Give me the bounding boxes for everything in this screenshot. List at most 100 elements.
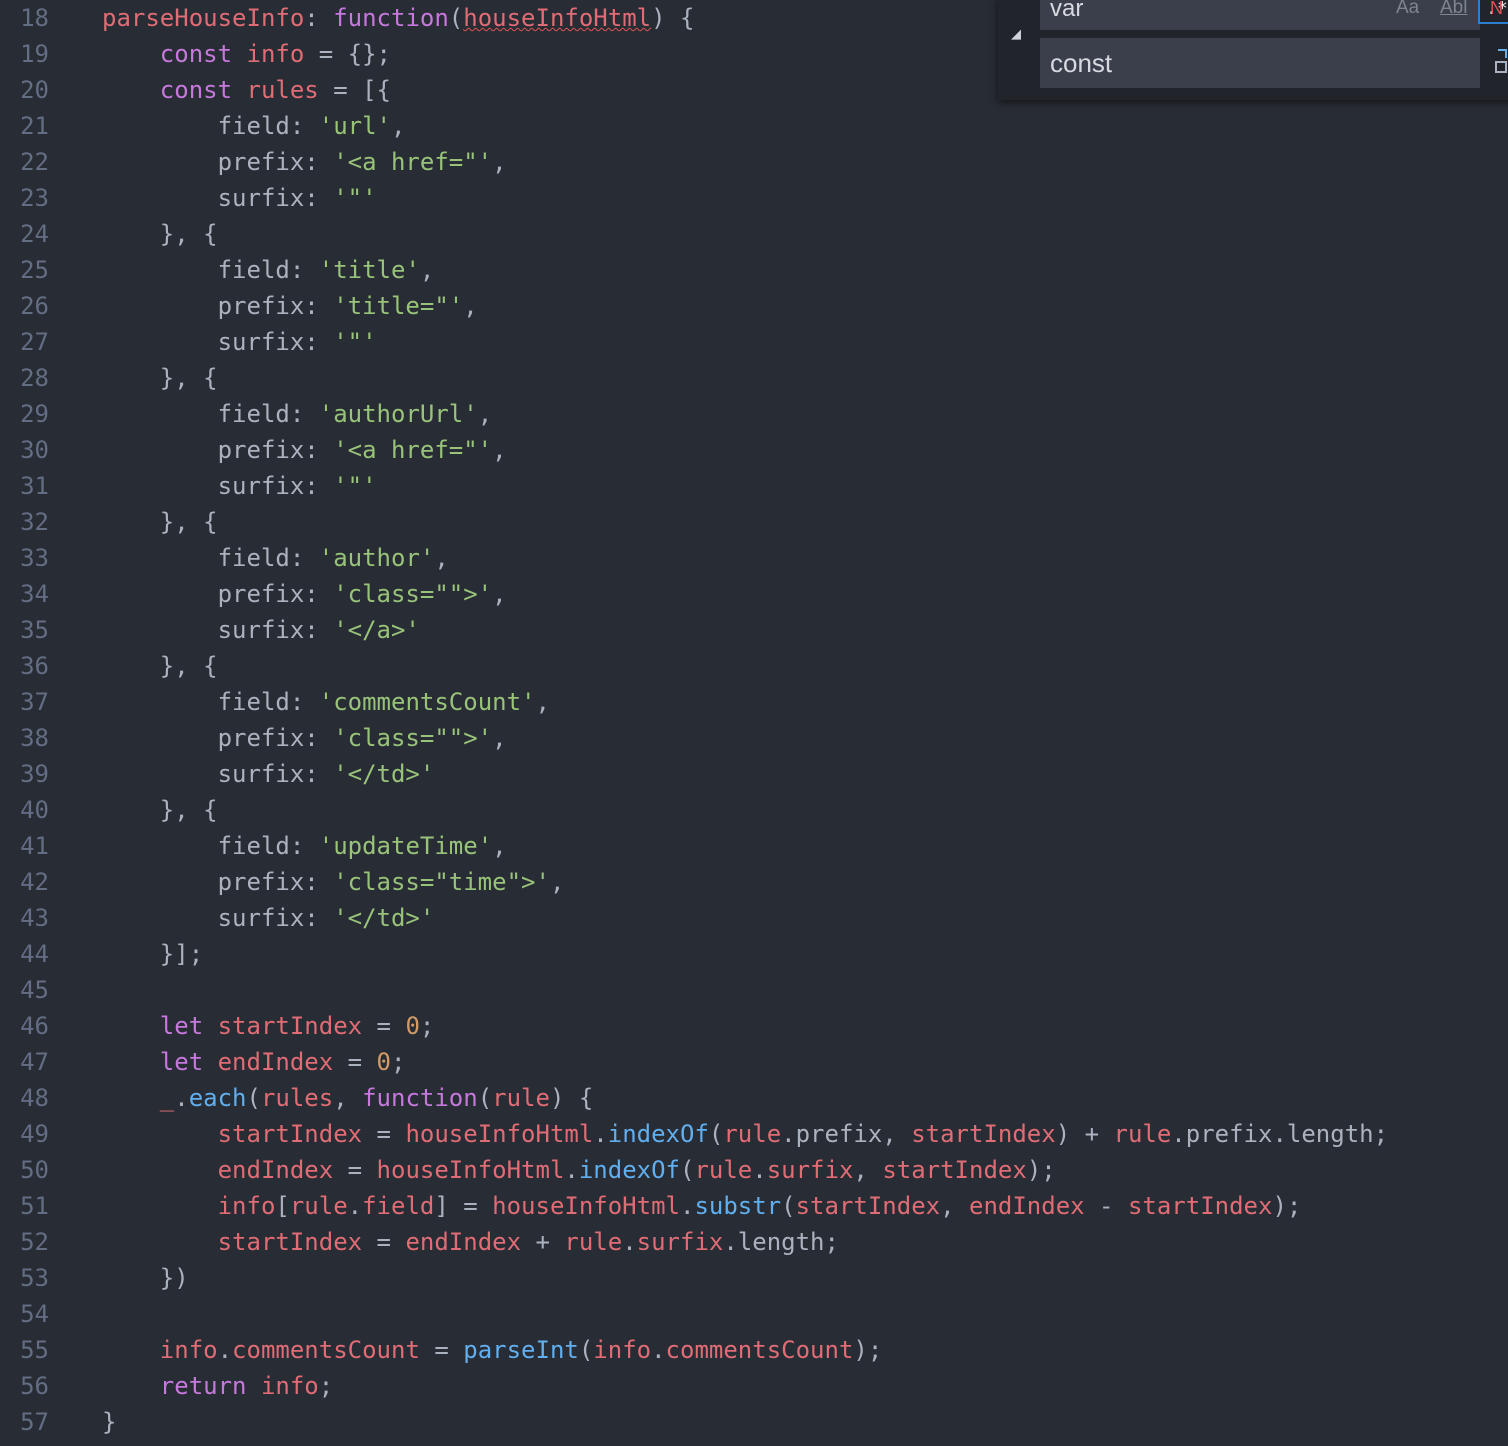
code-token: indexOf xyxy=(607,1120,709,1148)
code-token: _ xyxy=(159,1084,175,1112)
replace-icon[interactable] xyxy=(1494,48,1508,76)
line-number: 37 xyxy=(20,688,49,716)
code-token: . xyxy=(679,1192,695,1220)
code-line[interactable]: 56 return info; xyxy=(0,1368,1508,1404)
line-number: 55 xyxy=(20,1336,49,1364)
code-line[interactable]: 53 }) xyxy=(0,1260,1508,1296)
code-token: function xyxy=(333,4,449,32)
code-line[interactable]: 57} xyxy=(0,1404,1508,1440)
code-token: field: xyxy=(102,400,319,428)
code-text: prefix: '<a href="', xyxy=(102,432,507,468)
code-line[interactable]: 45 xyxy=(0,972,1508,1008)
whole-word-toggle[interactable]: Abl xyxy=(1440,0,1467,20)
code-token: = xyxy=(362,1012,406,1040)
code-line[interactable]: 32 }, { xyxy=(0,504,1508,540)
code-line[interactable]: 41 field: 'updateTime', xyxy=(0,828,1508,864)
code-token: startIndex xyxy=(911,1120,1056,1148)
find-input[interactable]: var Aa Abl .* xyxy=(1040,0,1508,30)
code-token: 'commentsCount' xyxy=(318,688,536,716)
replace-input[interactable]: const xyxy=(1040,38,1480,88)
code-line[interactable]: 31 surfix: '"' xyxy=(0,468,1508,504)
code-token: return xyxy=(159,1372,261,1400)
code-token: = xyxy=(362,1120,406,1148)
line-number: 23 xyxy=(20,184,49,212)
code-line[interactable]: 28 }, { xyxy=(0,360,1508,396)
code-line[interactable]: 37 field: 'commentsCount', xyxy=(0,684,1508,720)
code-line[interactable]: 33 field: 'author', xyxy=(0,540,1508,576)
replace-input-value: const xyxy=(1050,48,1113,78)
code-token: surfix: xyxy=(102,472,334,500)
code-text: surfix: '"' xyxy=(102,324,377,360)
code-token: info xyxy=(217,1192,276,1220)
code-text: parseHouseInfo: function(houseInfoHtml) … xyxy=(102,0,694,36)
code-token: , xyxy=(492,148,507,176)
code-token: ) + xyxy=(1055,1120,1114,1148)
code-line[interactable]: 44 }]; xyxy=(0,936,1508,972)
code-line[interactable]: 23 surfix: '"' xyxy=(0,180,1508,216)
code-line[interactable]: 30 prefix: '<a href="', xyxy=(0,432,1508,468)
code-token: startIndex xyxy=(217,1228,363,1256)
code-token: . xyxy=(593,1120,608,1148)
code-line[interactable]: 39 surfix: '</td>' xyxy=(0,756,1508,792)
code-editor[interactable]: 18 parseHouseInfo: function(houseInfoHtml… xyxy=(0,0,1508,1446)
code-token: 'class="">' xyxy=(333,580,493,608)
code-text: startIndex = endIndex + rule.surfix.leng… xyxy=(102,1224,839,1260)
code-line[interactable]: 24 }, { xyxy=(0,216,1508,252)
code-token: 'title="' xyxy=(333,292,464,320)
code-token: . xyxy=(651,1336,666,1364)
code-line[interactable]: 49 startIndex = houseInfoHtml.indexOf(ru… xyxy=(0,1116,1508,1152)
code-token: rule xyxy=(564,1228,623,1256)
line-number: 38 xyxy=(20,724,49,752)
code-line[interactable]: 47 let endIndex = 0; xyxy=(0,1044,1508,1080)
code-token: field: xyxy=(102,112,319,140)
code-line[interactable]: 26 prefix: 'title="', xyxy=(0,288,1508,324)
code-line[interactable]: 22 prefix: '<a href="', xyxy=(0,144,1508,180)
code-token: ] = xyxy=(434,1192,493,1220)
code-line[interactable]: 50 endIndex = houseInfoHtml.indexOf(rule… xyxy=(0,1152,1508,1188)
code-text: let startIndex = 0; xyxy=(102,1008,435,1044)
code-token: '"' xyxy=(333,184,377,212)
match-case-toggle[interactable]: Aa xyxy=(1396,0,1419,20)
code-text: }) xyxy=(102,1260,189,1296)
code-line[interactable]: 43 surfix: '</td>' xyxy=(0,900,1508,936)
code-token: ; xyxy=(419,1012,435,1040)
code-line[interactable]: 40 }, { xyxy=(0,792,1508,828)
code-token: , xyxy=(549,868,565,896)
code-token: prefix: xyxy=(102,148,334,176)
code-token: '</td>' xyxy=(333,904,435,932)
code-token: }, { xyxy=(102,796,218,824)
code-line[interactable]: 54 xyxy=(0,1296,1508,1332)
code-token: function xyxy=(362,1084,478,1112)
code-line[interactable]: 46 let startIndex = 0; xyxy=(0,1008,1508,1044)
code-token: .prefix.length; xyxy=(1171,1120,1389,1148)
code-line[interactable]: 48 _.each(rules, function(rule) { xyxy=(0,1080,1508,1116)
toggle-replace-icon[interactable]: ◢ xyxy=(1006,24,1026,44)
code-token: 0 xyxy=(405,1012,420,1040)
code-line[interactable]: 51 info[rule.field] = houseInfoHtml.subs… xyxy=(0,1188,1508,1224)
code-line[interactable]: 25 field: 'title', xyxy=(0,252,1508,288)
code-line[interactable]: 55 info.commentsCount = parseInt(info.co… xyxy=(0,1332,1508,1368)
code-token: }, { xyxy=(102,364,218,392)
code-line[interactable]: 42 prefix: 'class="time">', xyxy=(0,864,1508,900)
code-token: , xyxy=(463,292,478,320)
line-number: 57 xyxy=(20,1408,49,1436)
code-line[interactable]: 52 startIndex = endIndex + rule.surfix.l… xyxy=(0,1224,1508,1260)
code-line[interactable]: 27 surfix: '"' xyxy=(0,324,1508,360)
code-line[interactable]: 38 prefix: 'class="">', xyxy=(0,720,1508,756)
code-token: '<a href="' xyxy=(333,436,493,464)
close-icon[interactable]: N xyxy=(1490,0,1506,20)
code-line[interactable]: 35 surfix: '</a>' xyxy=(0,612,1508,648)
code-line[interactable]: 21 field: 'url', xyxy=(0,108,1508,144)
line-number: 39 xyxy=(20,760,49,788)
code-text: surfix: '"' xyxy=(102,180,377,216)
code-token: surfix xyxy=(636,1228,724,1256)
code-line[interactable]: 29 field: 'authorUrl', xyxy=(0,396,1508,432)
code-token: ; xyxy=(391,1048,406,1076)
code-line[interactable]: 34 prefix: 'class="">', xyxy=(0,576,1508,612)
code-line[interactable]: 36 }, { xyxy=(0,648,1508,684)
code-token: endIndex xyxy=(405,1228,522,1256)
